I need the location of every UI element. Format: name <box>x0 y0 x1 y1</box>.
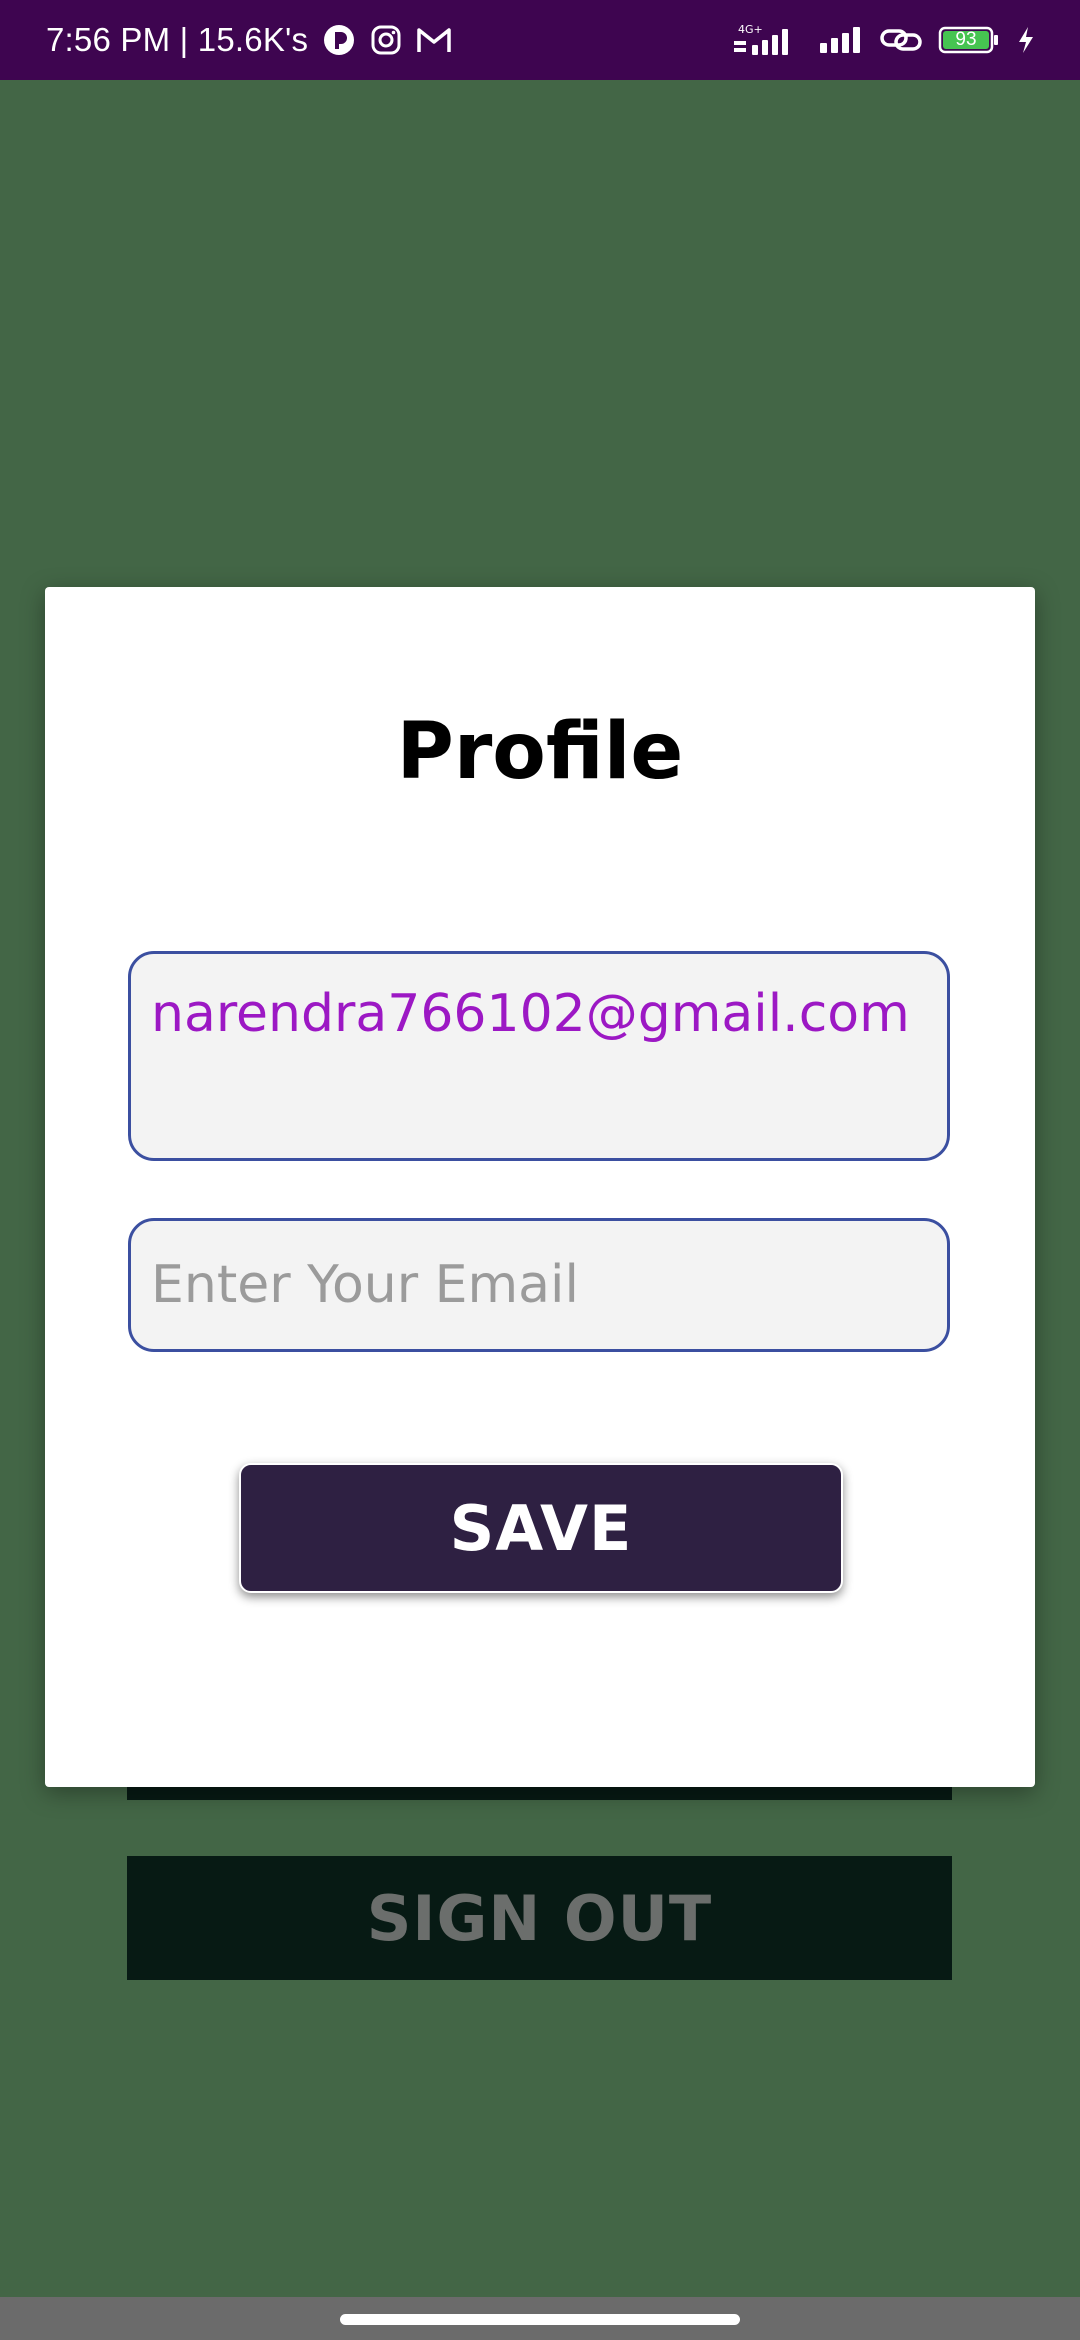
status-right: 4G+ 93 <box>732 23 1036 57</box>
save-button[interactable]: SAVE <box>239 1463 843 1593</box>
sign-out-button[interactable]: SIGN OUT <box>127 1856 952 1980</box>
home-indicator[interactable] <box>340 2314 740 2325</box>
instagram-icon <box>370 24 402 56</box>
status-left: 7:56 PM | 15.6K's <box>46 21 452 59</box>
dialog-title: Profile <box>396 707 684 797</box>
data-saver-icon <box>322 23 356 57</box>
signal-4g-icon: 4G+ <box>732 23 802 57</box>
network-label: 4G+ <box>738 23 763 36</box>
signal-icon <box>818 25 864 55</box>
charging-icon <box>1016 25 1036 55</box>
battery-icon: 93 <box>938 25 1000 55</box>
email-input-placeholder: Enter Your Email <box>151 1255 579 1315</box>
link-icon <box>880 25 922 55</box>
status-time: 7:56 PM | 15.6K's <box>46 21 309 58</box>
current-email-text: narendra766102@gmail.com <box>151 984 910 1044</box>
battery-level: 93 <box>955 29 977 50</box>
email-input[interactable]: Enter Your Email <box>128 1218 950 1352</box>
current-email-field[interactable]: narendra766102@gmail.com <box>128 951 950 1161</box>
status-bar: 7:56 PM | 15.6K's 4G+ 93 <box>0 0 1080 80</box>
save-button-label: SAVE <box>449 1491 633 1565</box>
gmail-icon <box>416 25 452 55</box>
profile-dialog: Profile narendra766102@gmail.com Enter Y… <box>45 587 1035 1787</box>
sign-out-label: SIGN OUT <box>366 1881 713 1955</box>
